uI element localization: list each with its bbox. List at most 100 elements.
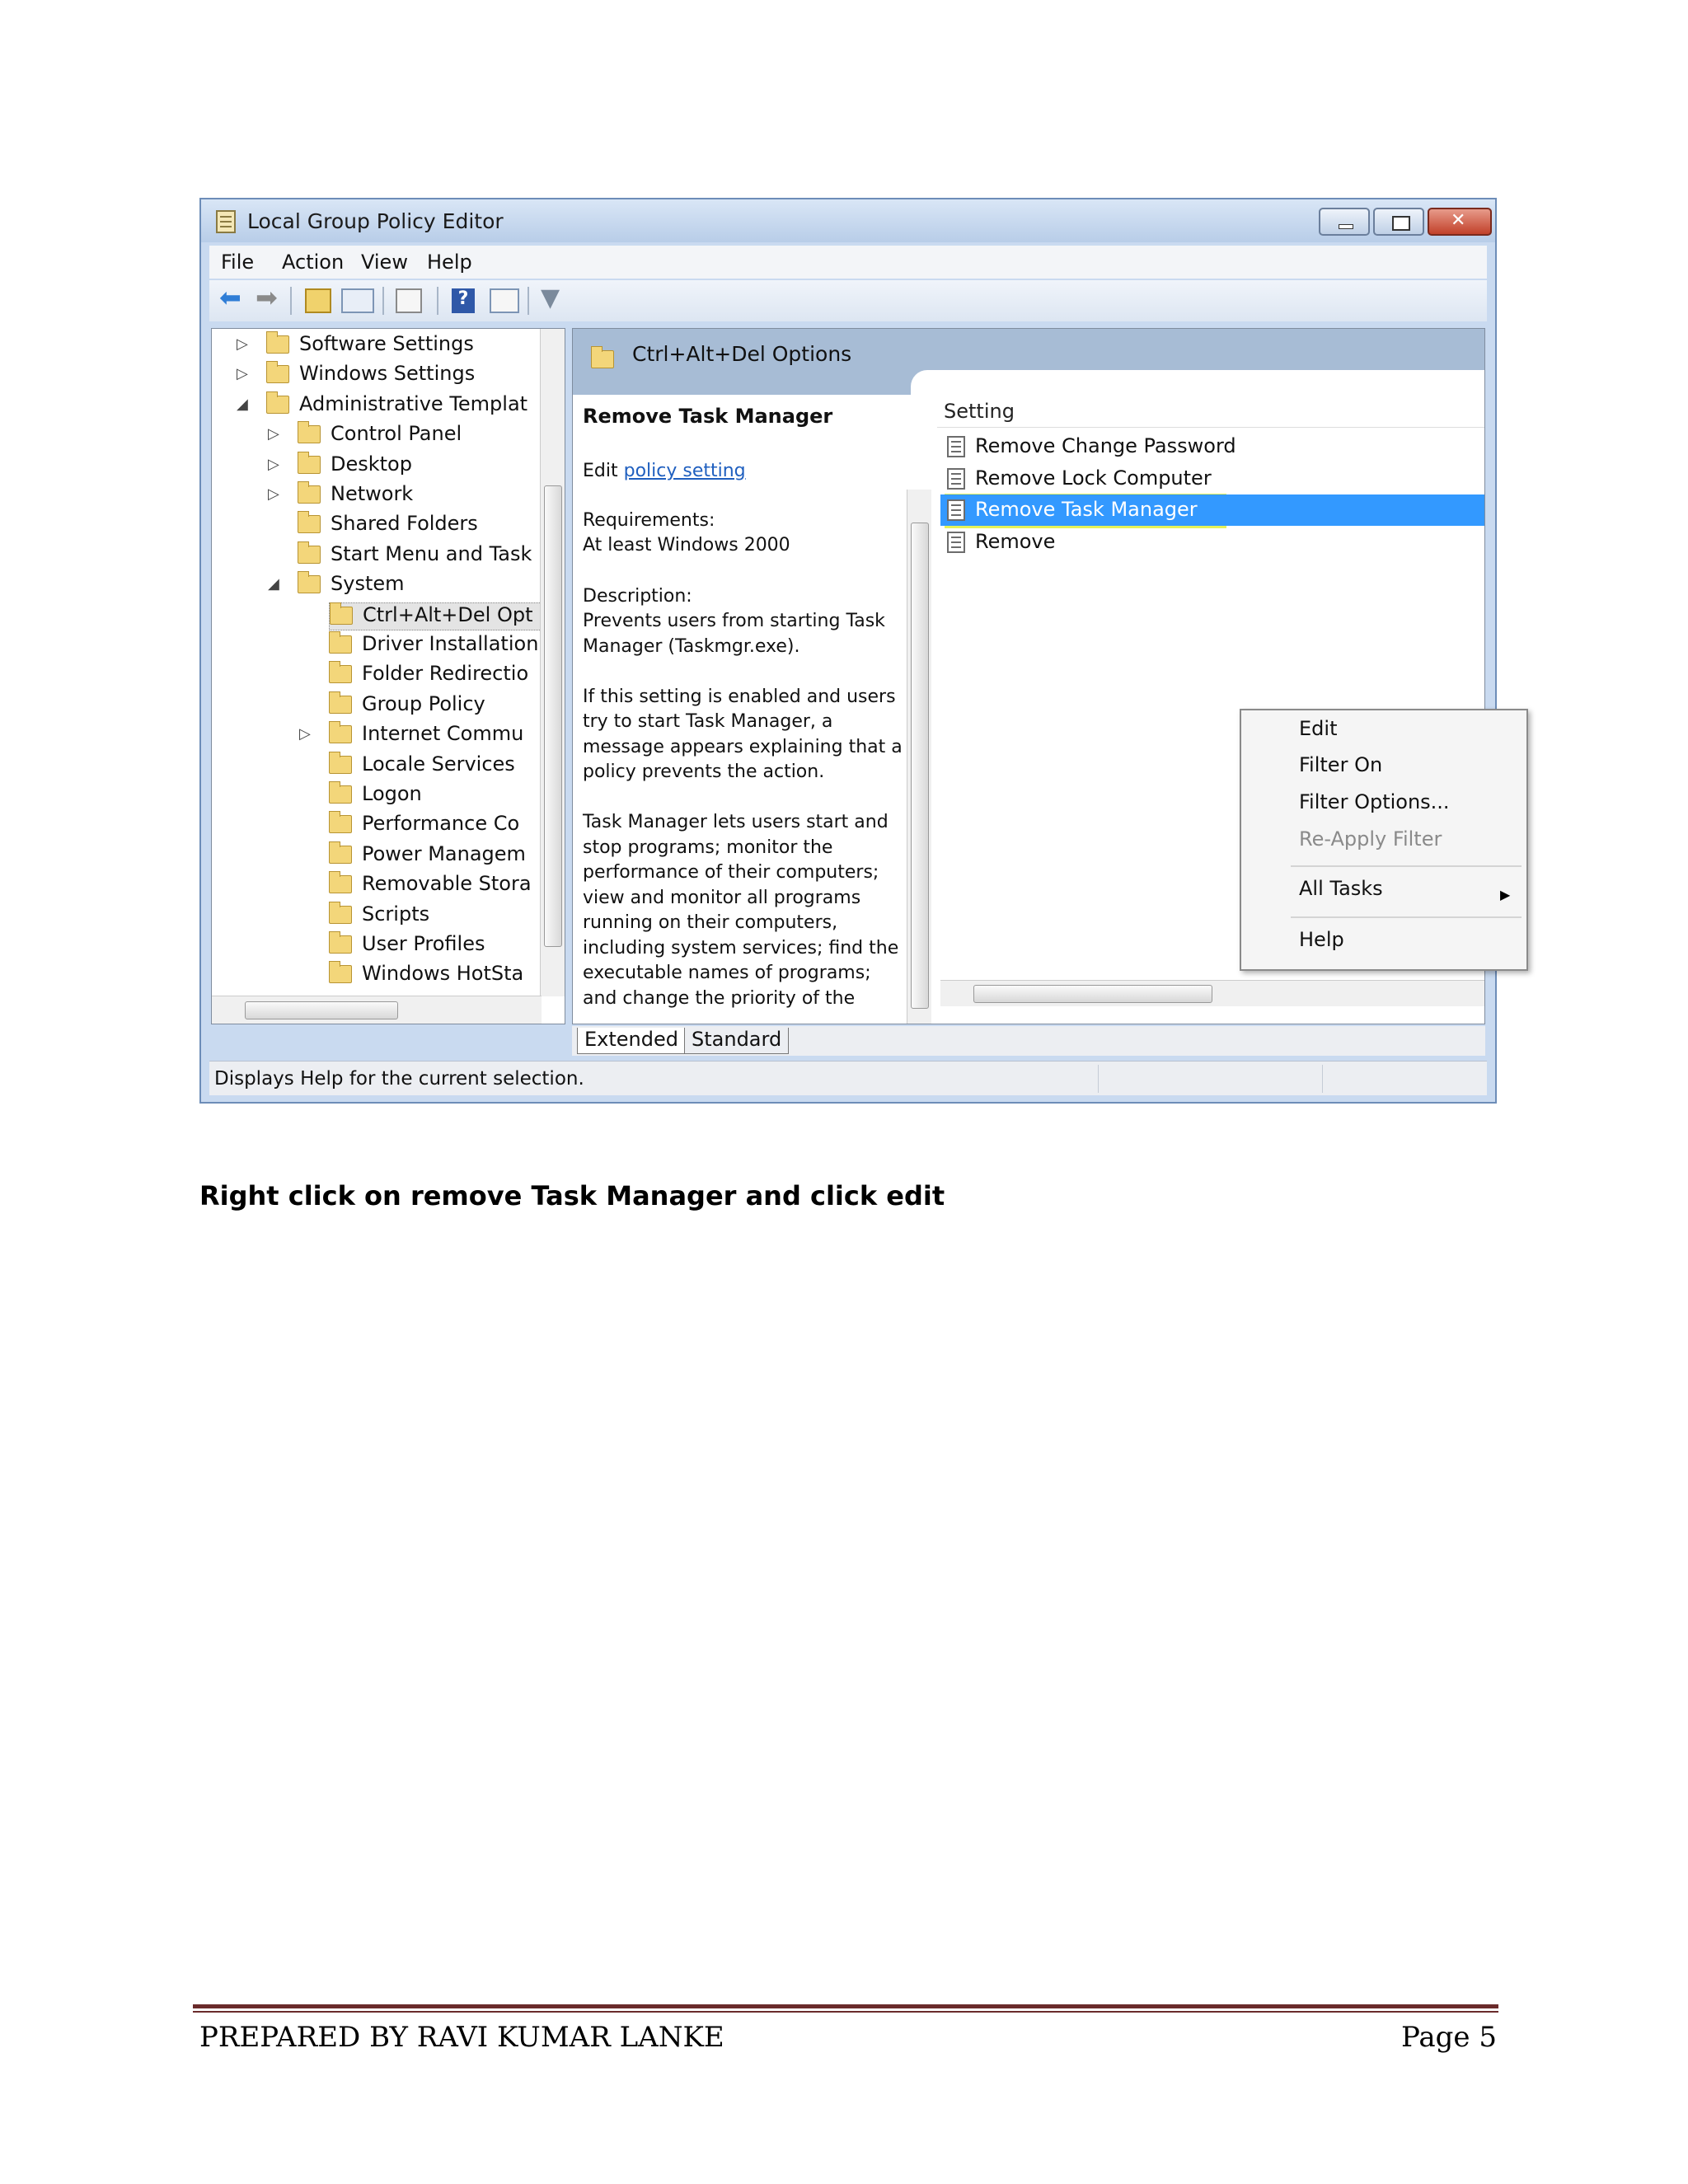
tree-item[interactable]: Ctrl+Alt+Del Opt bbox=[329, 602, 565, 630]
description-line: running on their computers, bbox=[583, 912, 838, 933]
tree-item-label: Shared Folders bbox=[331, 512, 478, 536]
tree-item[interactable]: ▷ Software Settings bbox=[237, 331, 563, 360]
folder-icon bbox=[298, 481, 321, 504]
tree-horizontal-scrollbar[interactable] bbox=[212, 996, 542, 1024]
description-scrollbar[interactable] bbox=[907, 490, 931, 1024]
tree-item-label: Scripts bbox=[362, 902, 430, 926]
minimize-button[interactable] bbox=[1319, 208, 1370, 236]
tree-item[interactable]: Power Managem bbox=[329, 841, 565, 870]
tab-extended[interactable]: Extended bbox=[577, 1028, 686, 1054]
tree-item[interactable]: Driver Installation bbox=[329, 631, 565, 660]
description-line: executable names of programs; bbox=[583, 963, 871, 983]
back-arrow-icon[interactable] bbox=[219, 282, 246, 313]
tree-expander-icon[interactable]: ▷ bbox=[268, 485, 279, 503]
folder-icon bbox=[298, 451, 321, 474]
tree-scroll-thumb[interactable] bbox=[544, 485, 562, 947]
filter-icon[interactable] bbox=[541, 284, 567, 313]
menu-bar: File Action View Help bbox=[209, 246, 1487, 279]
details-header-title: Ctrl+Alt+Del Options bbox=[632, 342, 852, 366]
tree-item[interactable]: Removable Stora bbox=[329, 871, 565, 900]
submenu-arrow-icon: ▶ bbox=[1500, 887, 1511, 902]
setting-row[interactable]: Remove Lock Computer bbox=[940, 463, 1484, 494]
tree-item-label: Windows Settings bbox=[299, 362, 476, 386]
export-list-icon[interactable] bbox=[396, 288, 422, 313]
description-label: Description: bbox=[583, 586, 692, 607]
tab-standard[interactable]: Standard bbox=[684, 1028, 790, 1054]
description-line: performance of their computers; bbox=[583, 862, 879, 883]
menu-view[interactable]: View bbox=[361, 251, 408, 274]
tree-item[interactable]: ◢ Administrative Templat bbox=[237, 391, 563, 420]
tree-item-label: Windows HotSta bbox=[362, 962, 524, 986]
tree-item[interactable]: Logon bbox=[329, 781, 565, 810]
context-menu-filter-on[interactable]: Filter On bbox=[1299, 753, 1382, 776]
tree-item[interactable]: Start Menu and Task bbox=[298, 541, 565, 570]
description-line: try to start Task Manager, a bbox=[583, 711, 833, 732]
tree-expander-icon[interactable]: ▷ bbox=[268, 456, 279, 473]
window-title: Local Group Policy Editor bbox=[247, 209, 504, 233]
menu-help[interactable]: Help bbox=[427, 251, 472, 274]
description-line: including system services; find the bbox=[583, 937, 899, 958]
description-line: Prevents users from starting Task bbox=[583, 611, 885, 631]
menu-file[interactable]: File bbox=[221, 251, 254, 274]
tree-item[interactable]: User Profiles bbox=[329, 931, 565, 960]
context-menu: Edit Filter On Filter Options... Re-Appl… bbox=[1240, 709, 1528, 971]
toolbar-separator bbox=[437, 287, 438, 315]
tree-vertical-scrollbar[interactable] bbox=[540, 329, 565, 996]
context-menu-filter-options[interactable]: Filter Options... bbox=[1299, 790, 1450, 813]
close-button[interactable] bbox=[1428, 208, 1492, 236]
tree-item[interactable]: Group Policy bbox=[329, 691, 565, 720]
tree-hscroll-thumb[interactable] bbox=[245, 1001, 398, 1019]
tree-expander-icon[interactable]: ▷ bbox=[268, 425, 279, 443]
tree-item[interactable]: Performance Co bbox=[329, 811, 565, 840]
description-scroll-thumb[interactable] bbox=[911, 523, 929, 1009]
tree-expander-icon[interactable]: ▷ bbox=[299, 725, 311, 743]
status-text: Displays Help for the current selection. bbox=[214, 1068, 584, 1090]
description-line: policy prevents the action. bbox=[583, 762, 825, 782]
tree-item[interactable]: ▷ Control Panel bbox=[268, 421, 565, 450]
show-hide-console-tree-icon[interactable] bbox=[341, 288, 374, 313]
header-tab-shape bbox=[911, 370, 1484, 396]
view-tabs: Extended Standard bbox=[572, 1026, 1485, 1056]
settings-hscroll-thumb[interactable] bbox=[973, 985, 1212, 1003]
context-menu-edit[interactable]: Edit bbox=[1299, 717, 1337, 740]
setting-row[interactable]: Remove Task Manager bbox=[940, 494, 1484, 526]
title-bar: Local Group Policy Editor bbox=[201, 199, 1495, 242]
folder-icon bbox=[266, 361, 289, 384]
description-line: If this setting is enabled and users bbox=[583, 686, 896, 707]
forward-arrow-icon[interactable] bbox=[256, 282, 282, 313]
context-menu-all-tasks[interactable]: All Tasks bbox=[1299, 877, 1383, 900]
description-line: Manager (Taskmgr.exe). bbox=[583, 635, 800, 657]
tree-expander-icon[interactable]: ▷ bbox=[237, 335, 248, 353]
tree-item[interactable]: Windows HotSta bbox=[329, 961, 565, 990]
setting-column-header[interactable]: Setting bbox=[937, 395, 1484, 428]
tree-item[interactable]: Folder Redirectio bbox=[329, 661, 565, 690]
tree-item-label: Network bbox=[331, 482, 414, 505]
up-one-level-icon[interactable] bbox=[305, 288, 331, 313]
policy-heading: Remove Task Manager bbox=[583, 405, 833, 428]
folder-icon bbox=[329, 931, 352, 954]
tree-item[interactable]: ▷ Desktop bbox=[268, 451, 565, 480]
tree-item[interactable]: Scripts bbox=[329, 901, 565, 930]
tree-item[interactable]: Shared Folders bbox=[298, 511, 565, 540]
tree-item-label: Start Menu and Task bbox=[331, 541, 532, 565]
properties-icon[interactable] bbox=[490, 288, 519, 313]
setting-row[interactable]: Remove Change Password bbox=[940, 431, 1484, 462]
setting-label: Remove Lock Computer bbox=[975, 466, 1212, 490]
details-header: Ctrl+Alt+Del Options bbox=[573, 329, 1484, 396]
maximize-button[interactable] bbox=[1373, 208, 1424, 236]
menu-action[interactable]: Action bbox=[282, 251, 344, 274]
tree-expander-icon[interactable]: ◢ bbox=[237, 396, 248, 413]
tree-item[interactable]: ▷ Internet Commu bbox=[299, 721, 565, 750]
context-menu-help[interactable]: Help bbox=[1299, 928, 1344, 951]
help-icon[interactable]: ? bbox=[452, 288, 475, 313]
tree-item[interactable]: Locale Services bbox=[329, 751, 565, 780]
folder-icon bbox=[329, 661, 352, 684]
setting-row[interactable]: Remove bbox=[940, 527, 1484, 558]
tree-expander-icon[interactable]: ▷ bbox=[237, 365, 248, 382]
tree-item[interactable]: ◢ System bbox=[268, 571, 565, 600]
tree-expander-icon[interactable]: ◢ bbox=[268, 575, 279, 593]
tree-item[interactable]: ▷ Network bbox=[268, 481, 565, 510]
tree-item[interactable]: ▷ Windows Settings bbox=[237, 361, 563, 390]
settings-horizontal-scrollbar[interactable] bbox=[940, 980, 1484, 1006]
policy-setting-link[interactable]: policy setting bbox=[624, 461, 746, 481]
